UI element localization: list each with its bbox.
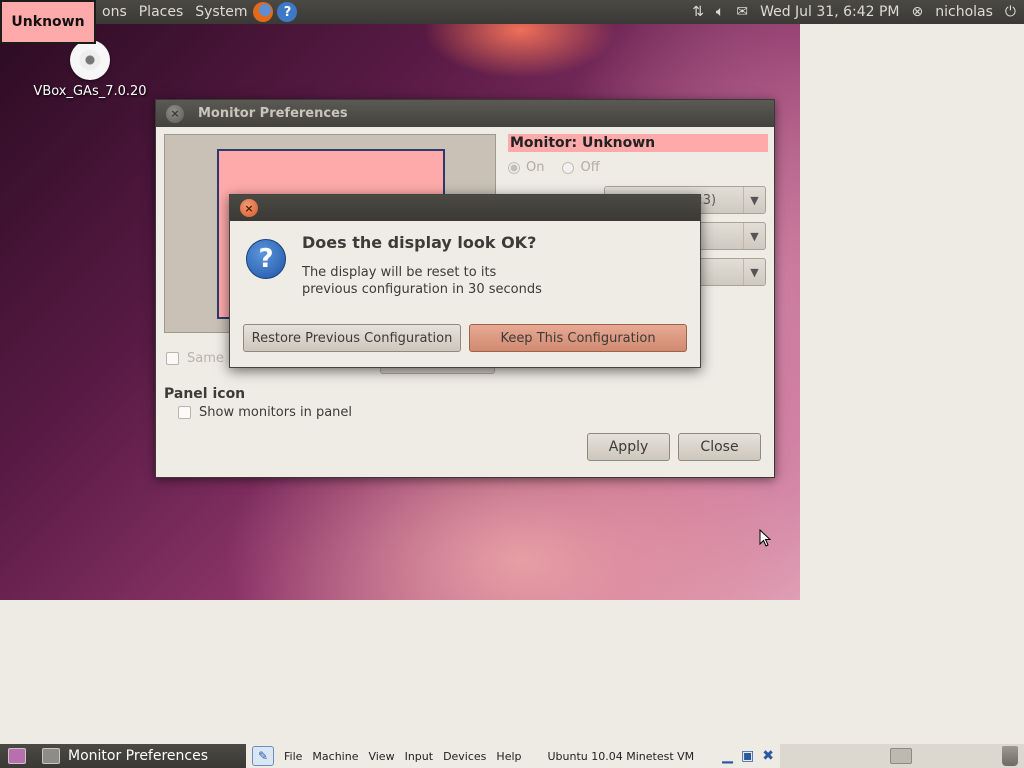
apply-button[interactable]: Apply <box>587 433 670 461</box>
radio-unselected-icon <box>562 161 575 174</box>
settings-tool-icon[interactable]: ✎ <box>252 746 274 766</box>
close-icon[interactable]: × <box>166 104 184 123</box>
vb-menu-file[interactable]: File <box>284 750 302 763</box>
power-radio-group: On Off <box>508 160 768 175</box>
panel-menus: ons Places System ? <box>96 2 298 22</box>
workspace-switcher-icon[interactable] <box>890 748 912 764</box>
cd-icon <box>70 40 110 80</box>
window-titlebar[interactable]: × Monitor Preferences <box>156 100 774 127</box>
same-image-checkbox[interactable] <box>166 352 179 365</box>
firefox-icon[interactable] <box>253 2 274 22</box>
show-monitors-row[interactable]: Show monitors in panel <box>178 405 352 420</box>
minimize-icon[interactable]: ▁ <box>722 748 733 764</box>
mail-icon[interactable]: ✉ <box>736 4 748 20</box>
top-panel: ons Places System ? ⇅ 🔈︎ ✉ Wed Jul 31, 6… <box>0 0 1024 24</box>
same-image-label: Same <box>187 351 224 366</box>
restore-previous-button[interactable]: Restore Previous Configuration <box>243 324 461 352</box>
dialog-message-line1: The display will be reset to its <box>302 265 497 280</box>
close-button[interactable]: Close <box>678 433 761 461</box>
panel-icon-heading: Panel icon <box>164 386 246 402</box>
confirm-display-dialog: × ? Does the display look OK? The displa… <box>229 194 701 368</box>
vb-menu-devices[interactable]: Devices <box>443 750 486 763</box>
menu-applications[interactable]: ons <box>96 4 133 20</box>
menu-places[interactable]: Places <box>133 4 190 20</box>
dialog-heading: Does the display look OK? <box>302 233 537 252</box>
vb-menu-help[interactable]: Help <box>496 750 521 763</box>
vm-window-controls: ▁ ▣ ✖ <box>722 748 774 764</box>
help-icon[interactable]: ? <box>277 2 298 22</box>
monitor-name-label: Monitor: Unknown <box>508 134 768 152</box>
vb-menu-machine[interactable]: Machine <box>312 750 358 763</box>
vb-menu-input[interactable]: Input <box>405 750 433 763</box>
desktop-icon-label: VBox_GAs_7.0.20 <box>33 84 147 99</box>
user-name[interactable]: nicholas <box>935 4 993 20</box>
radio-off[interactable]: Off <box>562 160 600 175</box>
show-monitors-label: Show monitors in panel <box>199 405 353 420</box>
radio-selected-icon <box>508 161 520 174</box>
dialog-titlebar[interactable]: × <box>230 195 700 221</box>
chevron-down-icon: ▼ <box>743 223 765 249</box>
same-image-row[interactable]: Same <box>166 351 224 366</box>
mouse-cursor-icon <box>759 528 772 547</box>
monitor-settings: Monitor: Unknown On Off <box>508 134 768 175</box>
close-vm-icon[interactable]: ✖ <box>762 748 774 764</box>
restore-icon[interactable]: ▣ <box>741 748 754 764</box>
question-icon: ? <box>246 239 286 279</box>
radio-on-label: On <box>526 160 545 175</box>
bottom-bar: Monitor Preferences ✎ File Machine View … <box>0 744 1024 768</box>
close-icon[interactable]: × <box>240 199 258 217</box>
virtualbox-menubar: ✎ File Machine View Input Devices Help U… <box>246 744 780 768</box>
clock[interactable]: Wed Jul 31, 6:42 PM <box>760 4 899 20</box>
desktop-icon-vbox-additions[interactable]: VBox_GAs_7.0.20 <box>30 40 150 99</box>
unknown-monitor-label: Unknown <box>0 0 96 44</box>
dialog-message: The display will be reset to its previou… <box>302 264 602 298</box>
bottom-right-tray <box>890 746 1024 766</box>
trash-icon[interactable] <box>1002 746 1018 766</box>
power-icon[interactable]: ⏻ <box>1005 4 1016 20</box>
chevron-down-icon: ▼ <box>743 187 765 213</box>
vm-title: Ubuntu 10.04 Minetest VM <box>547 749 695 763</box>
window-title: Monitor Preferences <box>198 106 348 121</box>
chevron-down-icon: ▼ <box>743 259 765 285</box>
show-monitors-checkbox[interactable] <box>178 406 191 419</box>
taskbar: Monitor Preferences <box>0 744 246 768</box>
user-status-icon[interactable]: ⊗ <box>912 4 924 20</box>
show-desktop-icon[interactable] <box>8 748 26 764</box>
network-arrows-icon[interactable]: ⇅ <box>692 4 704 20</box>
panel-indicators: ⇅ 🔈︎ ✉ Wed Jul 31, 6:42 PM ⊗ nicholas ⏻ <box>692 4 1024 20</box>
radio-off-label: Off <box>580 160 600 175</box>
dialog-message-line2: previous configuration in 30 seconds <box>302 282 542 297</box>
radio-on[interactable]: On <box>508 160 544 175</box>
vb-menu-view[interactable]: View <box>368 750 394 763</box>
menu-system[interactable]: System <box>189 4 253 20</box>
window-icon <box>42 748 60 764</box>
taskbar-item-monitor-preferences[interactable]: Monitor Preferences <box>68 748 208 764</box>
keep-configuration-button[interactable]: Keep This Configuration <box>469 324 687 352</box>
volume-icon[interactable]: 🔈︎ <box>716 4 724 20</box>
